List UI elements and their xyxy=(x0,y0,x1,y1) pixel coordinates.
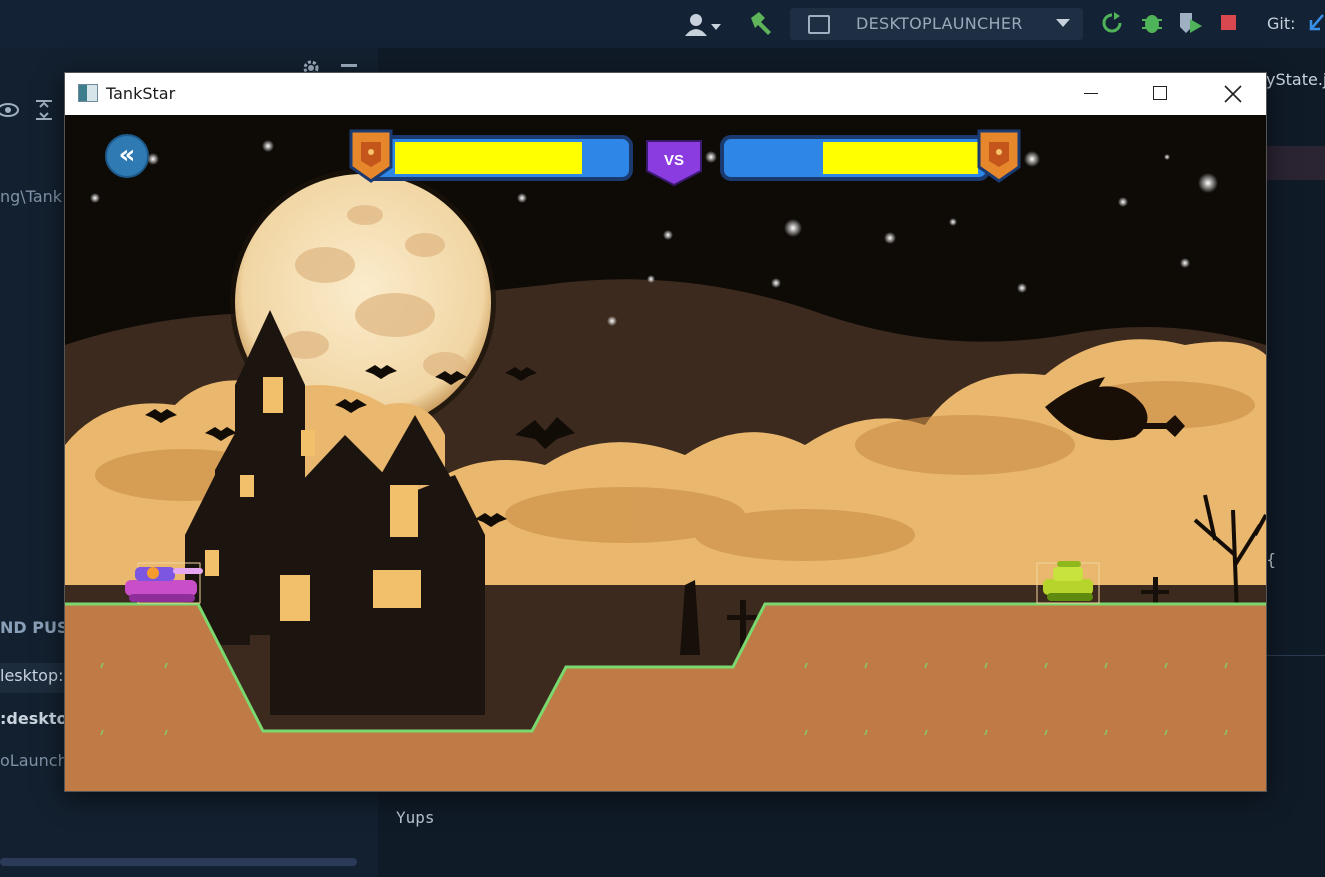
maximize-icon xyxy=(1153,86,1167,100)
git-label[interactable]: Git: xyxy=(1267,14,1296,33)
desktop-task-text[interactable]: lesktop:[ xyxy=(0,666,70,685)
minimize-icon xyxy=(1084,93,1098,94)
code-brace-text: { xyxy=(1266,550,1277,569)
close-icon xyxy=(1224,85,1242,103)
desktop-task-bold-text[interactable]: :deskto xyxy=(0,709,68,728)
horizontal-scrollbar[interactable] xyxy=(0,858,357,866)
maximize-button[interactable] xyxy=(1125,73,1193,115)
highlighted-line xyxy=(1266,146,1325,180)
tankstar-window: TankStar VS « xyxy=(64,72,1267,792)
editor-tab-label[interactable]: yState.j xyxy=(1266,70,1325,89)
vs-label: VS xyxy=(664,152,684,169)
window-icon xyxy=(808,15,830,34)
player2-health-bar xyxy=(720,129,1021,183)
app-icon xyxy=(78,84,98,102)
build-hammer-icon[interactable] xyxy=(747,10,773,40)
close-button[interactable] xyxy=(1198,73,1266,115)
console-output-text: Yups xyxy=(396,808,435,827)
player1-health-bar xyxy=(349,129,633,183)
eye-icon[interactable] xyxy=(0,100,22,124)
window-title: TankStar xyxy=(106,84,176,103)
minimize-panel-icon[interactable] xyxy=(341,64,357,67)
stop-icon[interactable] xyxy=(1221,15,1236,30)
back-button[interactable]: « xyxy=(105,134,149,178)
ide-toolbar xyxy=(0,0,1325,48)
game-scene: VS xyxy=(65,115,1266,791)
game-canvas[interactable]: VS « xyxy=(65,115,1266,791)
run-config-label: DESKTOPLAUNCHER xyxy=(856,14,1023,33)
profile-run-icon[interactable] xyxy=(1178,11,1204,39)
rerun-icon[interactable] xyxy=(1100,11,1124,39)
divider xyxy=(1266,655,1325,656)
window-titlebar[interactable]: TankStar xyxy=(65,73,1266,115)
project-path-text: ng\Tank xyxy=(0,187,63,206)
debug-bug-icon[interactable] xyxy=(1140,10,1164,40)
player1-tank[interactable] xyxy=(125,562,203,604)
minimize-button[interactable] xyxy=(1057,73,1125,115)
chevron-down-icon xyxy=(1056,19,1070,27)
run-configuration-select[interactable]: DESKTOPLAUNCHER xyxy=(790,8,1083,40)
git-update-icon[interactable] xyxy=(1308,12,1325,38)
double-chevron-left-icon: « xyxy=(118,140,136,170)
collapse-icon[interactable] xyxy=(34,98,54,126)
user-icon[interactable] xyxy=(683,12,723,42)
